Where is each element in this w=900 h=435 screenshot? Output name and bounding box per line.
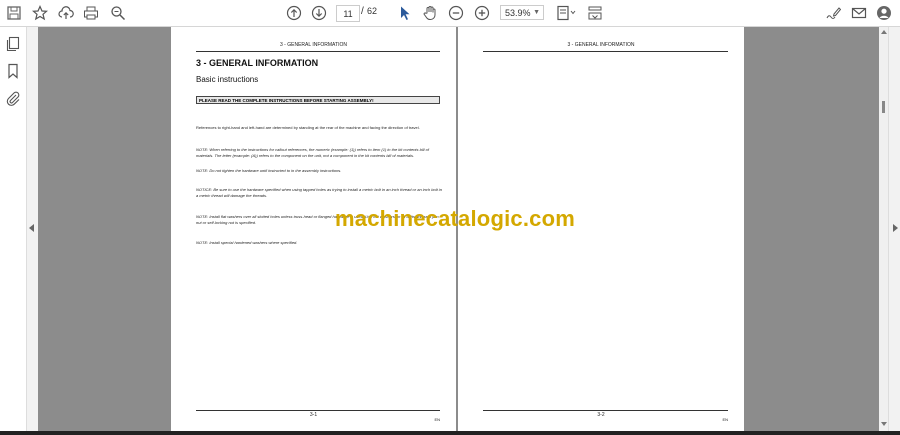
zoom-level-value: 53.9%: [505, 7, 531, 18]
scrollbar-thumb[interactable]: [882, 101, 885, 113]
scroll-down-icon[interactable]: [881, 422, 887, 426]
total-pages: 62: [367, 6, 378, 16]
left-sidebar: [0, 27, 26, 431]
scroll-up-icon[interactable]: [881, 30, 887, 34]
save-icon[interactable]: [4, 3, 24, 23]
page-header: 3 - GENERAL INFORMATION: [567, 42, 635, 48]
page-header: 3 - GENERAL INFORMATION: [280, 42, 347, 48]
paragraph: References to right-hand and left-hand a…: [196, 125, 420, 130]
paragraph: NOTE: When referring to the instructions…: [196, 147, 429, 158]
language-code: EN: [434, 417, 440, 422]
header-rule: [196, 51, 440, 52]
document-viewer: 3 - GENERAL INFORMATION 3 - GENERAL INFO…: [38, 27, 879, 431]
toolbar: 11 / 62 53.9% ▼: [0, 0, 900, 27]
chevron-down-icon: ▼: [533, 9, 540, 16]
right-pane-toggle[interactable]: [888, 27, 900, 431]
paragraph: NOTE: Install special hardened washers w…: [196, 240, 298, 245]
next-page-icon[interactable]: [309, 3, 329, 23]
vertical-scrollbar[interactable]: [879, 27, 888, 431]
section-title: 3 - GENERAL INFORMATION: [196, 58, 319, 68]
language-code: EN: [722, 417, 728, 422]
page-number: 3-1: [309, 412, 318, 418]
bookmark-icon[interactable]: [5, 63, 21, 79]
section-subtitle: Basic instructions: [196, 75, 259, 84]
zoom-out-icon[interactable]: [446, 3, 466, 23]
chevron-left-icon: [29, 224, 34, 232]
paragraph: NOTICE: Be sure to use the hardware spec…: [196, 187, 442, 198]
warning-box: PLEASE READ THE COMPLETE INSTRUCTIONS BE…: [196, 96, 440, 104]
upload-cloud-icon[interactable]: [56, 3, 76, 23]
bottom-bar: [0, 431, 900, 435]
page-separator: /: [361, 6, 364, 17]
star-icon[interactable]: [30, 3, 50, 23]
hand-tool-icon[interactable]: [420, 3, 440, 23]
footer-rule: [483, 410, 728, 411]
chevron-right-icon: [893, 224, 898, 232]
watermark: machinecatalogic.com: [335, 206, 575, 231]
scroll-mode-icon[interactable]: [585, 3, 605, 23]
zoom-level-select[interactable]: 53.9% ▼: [500, 5, 544, 20]
page-fit-icon[interactable]: [553, 3, 579, 23]
footer-rule: [196, 410, 440, 411]
select-cursor-icon[interactable]: [395, 3, 415, 23]
page-number: 3-2: [597, 412, 605, 418]
edit-sign-icon[interactable]: [823, 3, 843, 23]
previous-page-icon[interactable]: [284, 3, 304, 23]
mail-icon[interactable]: [849, 3, 869, 23]
print-icon[interactable]: [81, 3, 101, 23]
header-rule: [483, 51, 728, 52]
page-number-input[interactable]: 11: [336, 5, 360, 22]
zoom-in-icon[interactable]: [472, 3, 492, 23]
pages-thumbnail-icon[interactable]: [5, 36, 21, 52]
attachment-icon[interactable]: [5, 90, 21, 106]
account-icon[interactable]: [874, 3, 894, 23]
paragraph: NOTE: Do not tighten the hardware until …: [196, 168, 342, 173]
zoom-search-icon[interactable]: [108, 3, 128, 23]
